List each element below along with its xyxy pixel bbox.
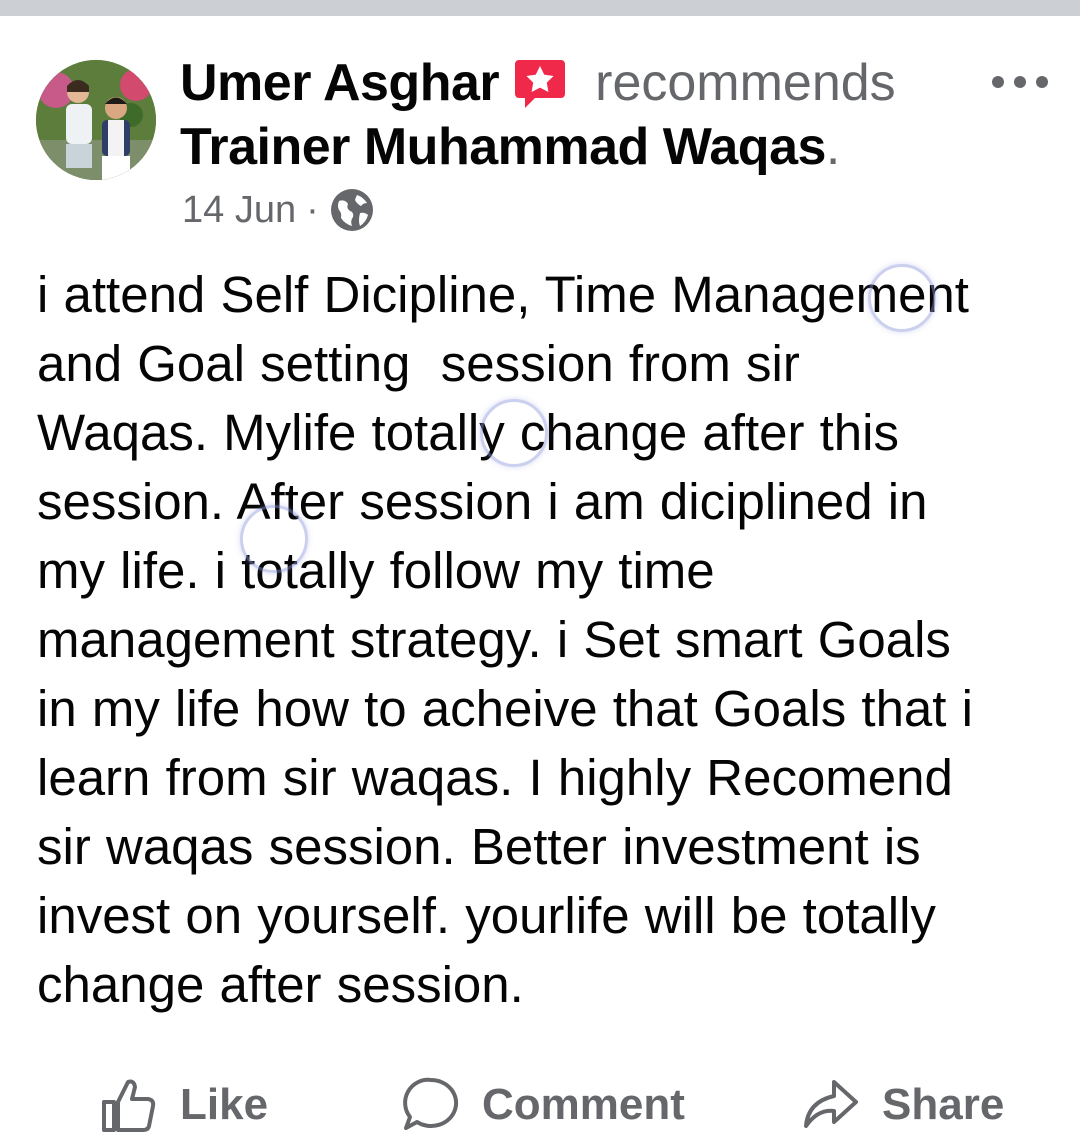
touch-indicator (240, 505, 308, 573)
recommend-flag-icon (513, 56, 567, 110)
globe-icon[interactable] (329, 187, 375, 233)
like-button[interactable]: Like (100, 1074, 268, 1136)
target-period: . (825, 118, 841, 176)
share-arrow-icon (804, 1080, 858, 1128)
more-options-icon[interactable] (990, 72, 1050, 92)
touch-indicator (480, 399, 548, 467)
post-action-bar: Like Comment Share (0, 1074, 1080, 1136)
avatar[interactable] (36, 60, 156, 180)
touch-indicator (868, 264, 936, 332)
comment-label: Comment (482, 1080, 685, 1129)
top-divider-bar (0, 0, 1080, 16)
post-date[interactable]: 14 Jun (182, 189, 296, 232)
post-body-text: i attend Self Dicipline, Time Management… (37, 266, 973, 1013)
share-label: Share (882, 1080, 1005, 1129)
like-label: Like (180, 1080, 269, 1129)
recommends-text: recommends (595, 54, 896, 112)
meta-separator: · (306, 188, 319, 231)
author-name-link[interactable]: Umer Asghar (180, 53, 500, 113)
share-button[interactable]: Share (802, 1074, 1004, 1136)
thumbs-up-icon (102, 1079, 156, 1132)
recommended-page-link[interactable]: Trainer Muhammad Waqas (180, 117, 826, 177)
comment-button[interactable]: Comment (402, 1074, 685, 1136)
comment-bubble-icon (403, 1077, 459, 1130)
